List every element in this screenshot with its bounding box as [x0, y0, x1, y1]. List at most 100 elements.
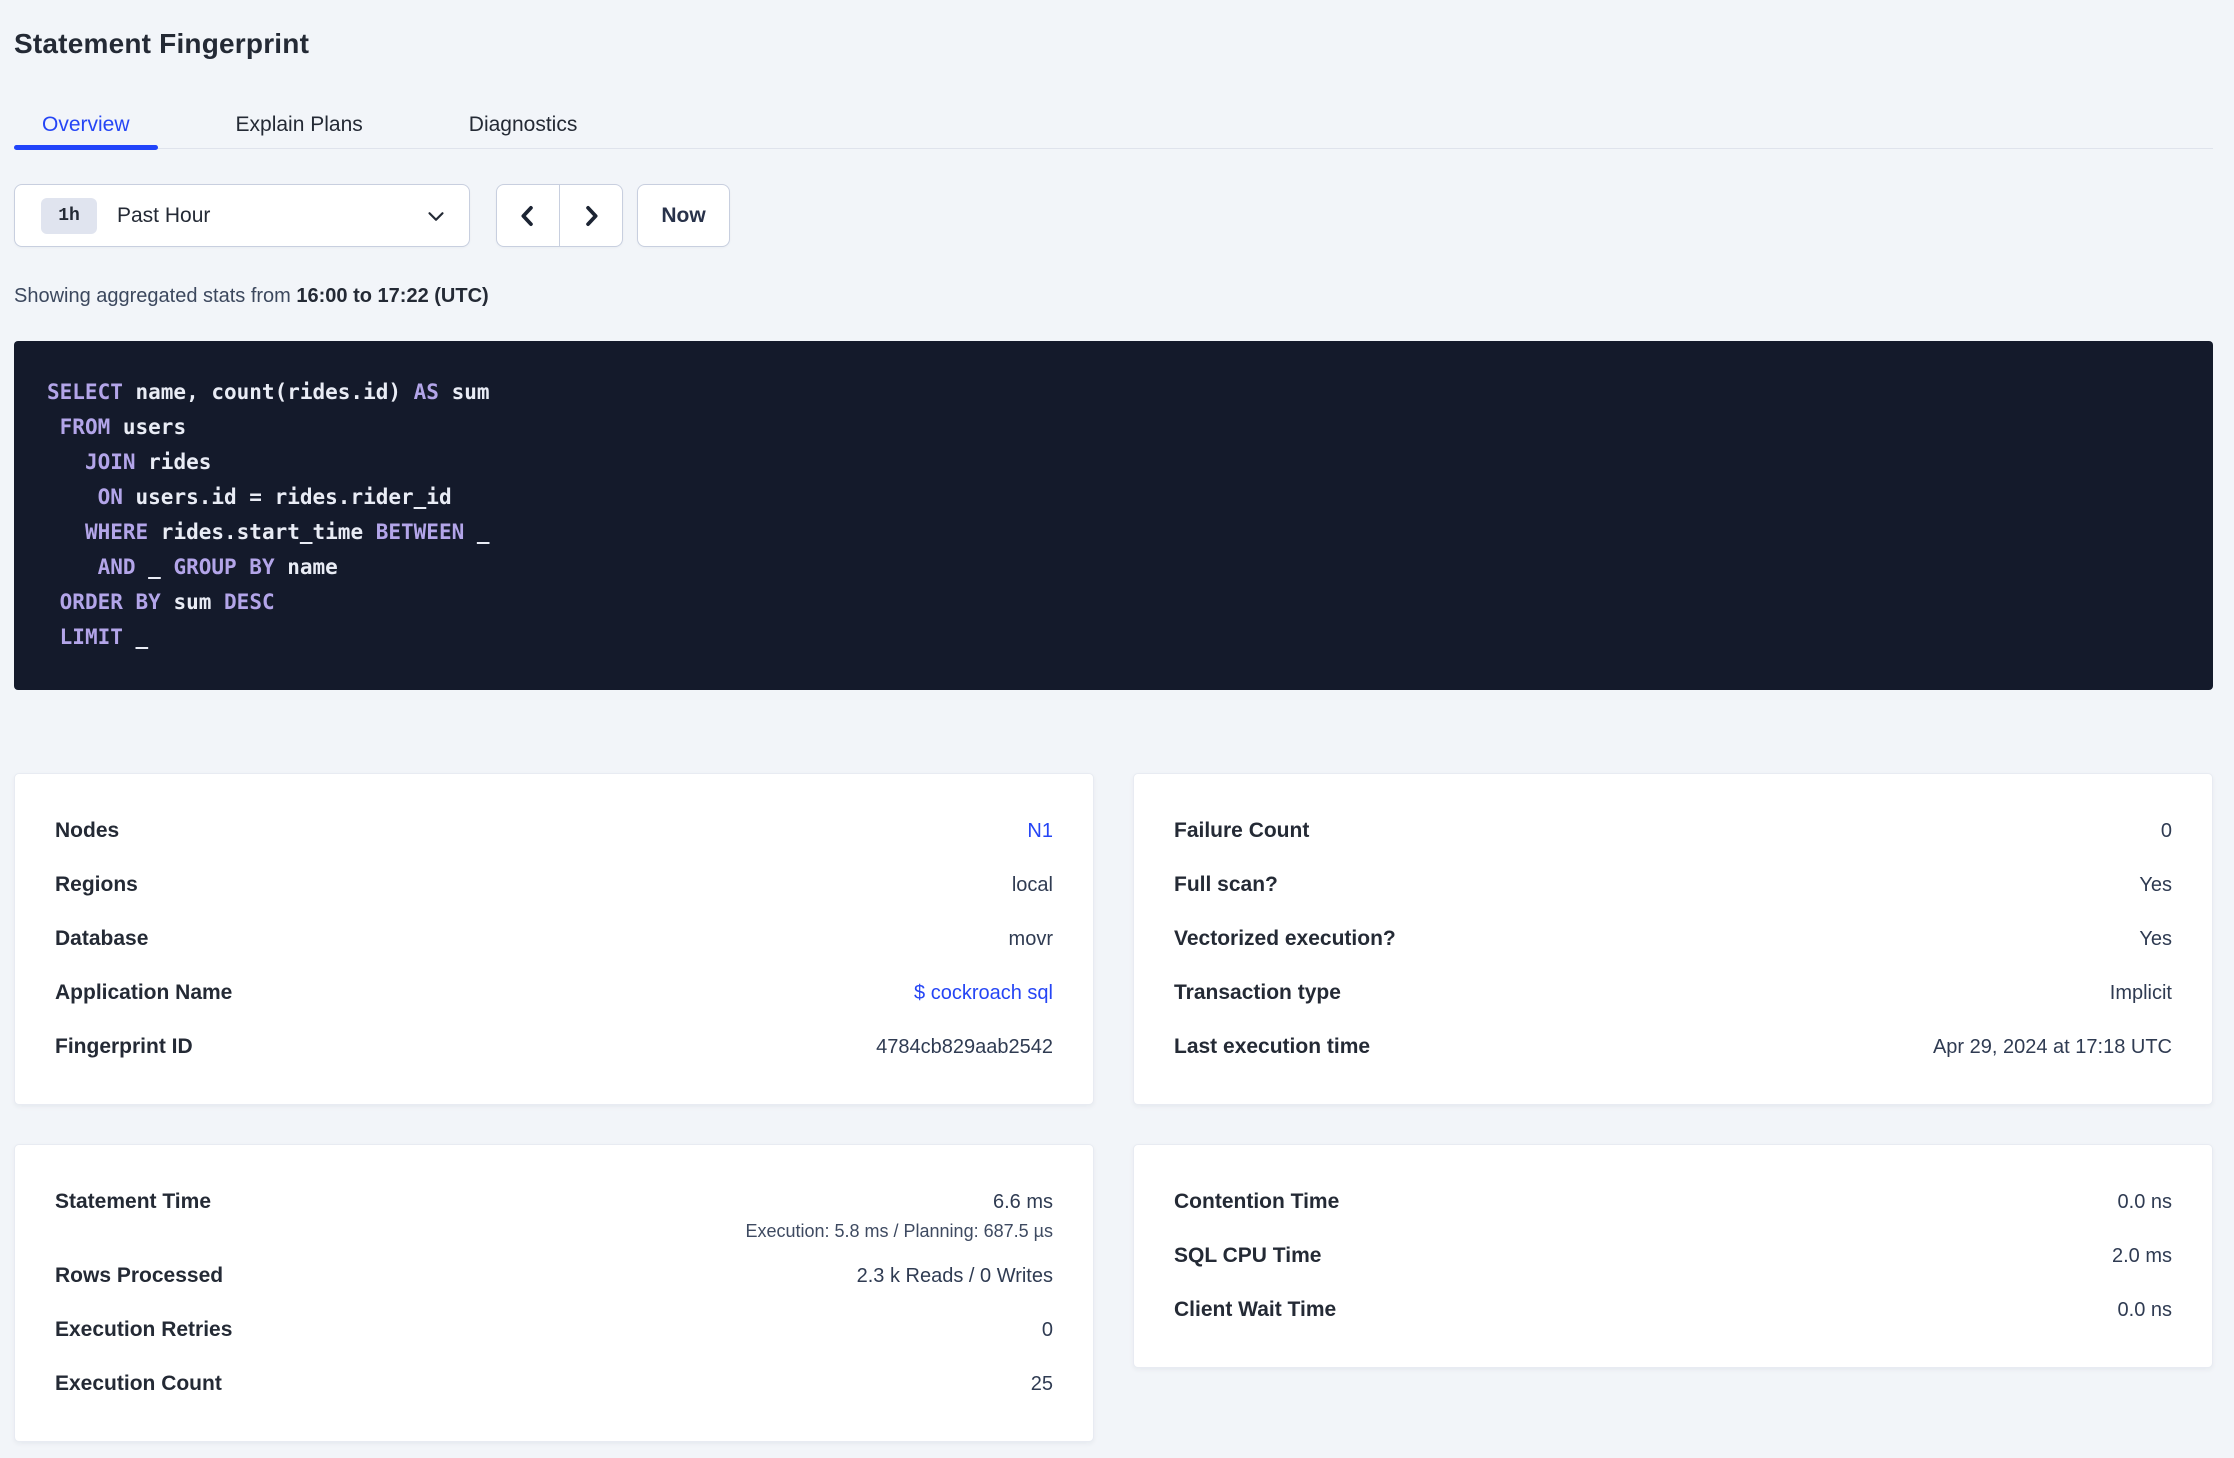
- stat-label: Failure Count: [1174, 819, 1310, 842]
- sql-text: rides.start_time: [148, 520, 376, 544]
- stat-row: Last execution time Apr 29, 2024 at 17:18…: [1174, 1020, 2172, 1074]
- stat-label: Application Name: [55, 981, 233, 1004]
- stat-value: 0.0 ns: [2117, 1298, 2172, 1321]
- sql-keyword: GROUP BY: [173, 555, 275, 579]
- sql-line: WHERE rides.start_time BETWEEN _: [47, 515, 2180, 550]
- stat-row: Full scan? Yes: [1174, 858, 2172, 912]
- sql-keyword: SELECT: [47, 380, 123, 404]
- stat-row: Execution Retries 0: [55, 1303, 1053, 1357]
- chevron-right-icon: [577, 202, 605, 230]
- prev-interval-button[interactable]: [497, 185, 560, 246]
- sql-text: sum: [160, 590, 225, 614]
- stat-row: Rows Processed 2.3 k Reads / 0 Writes: [55, 1249, 1053, 1303]
- stat-value: Apr 29, 2024 at 17:18 UTC: [1932, 1035, 2172, 1058]
- stat-value: 0: [2160, 819, 2172, 842]
- sql-text: rides: [135, 450, 212, 474]
- sql-keyword: LIMIT: [59, 625, 123, 649]
- stat-row: Nodes N1: [55, 804, 1053, 858]
- sql-text: _: [464, 520, 490, 544]
- stat-label: Rows Processed: [55, 1264, 224, 1287]
- sql-text: _: [122, 625, 149, 649]
- stat-label: Nodes: [55, 819, 120, 842]
- stats-caption-range: 16:00 to 17:22 (UTC): [296, 285, 489, 307]
- execution-attributes-card: Failure Count 0 Full scan? Yes Vectorized ex…: [1133, 773, 2213, 1105]
- sql-line: JOIN rides: [47, 445, 2180, 480]
- stat-label: Client Wait Time: [1174, 1298, 1337, 1321]
- stat-value: 2.0 ms: [2111, 1244, 2172, 1267]
- stat-row: Contention Time 0.0 ns: [1174, 1175, 2172, 1229]
- stat-value: 0: [1041, 1318, 1053, 1341]
- interval-pager: [496, 184, 623, 247]
- stat-label: Transaction type: [1174, 981, 1341, 1004]
- stat-row: Database movr: [55, 912, 1053, 966]
- stat-value: 4784cb829aab2542: [876, 1035, 1053, 1058]
- sql-keyword: ON: [97, 485, 123, 509]
- time-interval-picker[interactable]: 1h Past Hour: [14, 184, 470, 247]
- sql-keyword: AND: [97, 555, 136, 579]
- chevron-down-icon: [423, 203, 449, 229]
- stat-value-link[interactable]: N1: [1027, 820, 1053, 843]
- stat-subvalue: Execution: 5.8 ms / Planning: 687.5 µs: [745, 1221, 1053, 1241]
- sql-keyword: FROM: [59, 415, 111, 439]
- stat-row: Client Wait Time 0.0 ns: [1174, 1283, 2172, 1337]
- stat-value: Yes: [2139, 927, 2172, 950]
- tab-explain-plans[interactable]: Explain Plans: [208, 102, 391, 148]
- sql-text: users: [110, 415, 187, 439]
- tab-overview[interactable]: Overview: [14, 102, 158, 150]
- stat-label: Vectorized execution?: [1174, 927, 1396, 950]
- sql-text: sum: [438, 380, 490, 404]
- sql-line: SELECT name, count(rides.id) AS sum: [47, 375, 2180, 410]
- stat-label: Fingerprint ID: [55, 1035, 193, 1058]
- wait-times-card: Contention Time 0.0 ns SQL CPU Time 2.0 ms C…: [1133, 1144, 2213, 1368]
- stat-label: Database: [55, 927, 149, 950]
- statement-fingerprint-page: Statement Fingerprint Overview Explain Pl…: [0, 0, 2234, 1442]
- stat-value: 25: [1030, 1372, 1053, 1395]
- stat-value-link[interactable]: $ cockroach sql: [914, 982, 1053, 1005]
- interval-label: Past Hour: [117, 203, 211, 227]
- stat-value: Yes: [2139, 873, 2172, 896]
- chevron-left-icon: [514, 202, 542, 230]
- now-button[interactable]: Now: [637, 184, 730, 247]
- stat-row: Regions local: [55, 858, 1053, 912]
- stat-label: Statement Time: [55, 1190, 211, 1213]
- sql-keyword: BETWEEN: [375, 520, 465, 544]
- stat-value: local: [1011, 873, 1053, 896]
- sql-text: users.id = rides.rider_id: [122, 485, 452, 509]
- stat-value: 0.0 ns: [2117, 1190, 2172, 1213]
- stat-value: 6.6 ms: [992, 1190, 1053, 1213]
- stat-label: SQL CPU Time: [1174, 1244, 1322, 1267]
- stat-row: Transaction type Implicit: [1174, 966, 2172, 1020]
- stats-grid: Nodes N1 Regions local Database movr Applicati…: [14, 773, 2213, 1442]
- sql-keyword: WHERE: [84, 520, 149, 544]
- next-interval-button[interactable]: [560, 185, 622, 246]
- tab-diagnostics[interactable]: Diagnostics: [441, 102, 606, 148]
- statement-details-card: Nodes N1 Regions local Database movr Applicati…: [14, 773, 1094, 1105]
- stat-value: movr: [1008, 927, 1053, 950]
- time-controls: 1h Past Hour Now: [14, 184, 2213, 247]
- interval-badge: 1h: [41, 197, 97, 234]
- stat-label: Regions: [55, 873, 138, 896]
- sql-text: name: [274, 555, 338, 579]
- stat-row: SQL CPU Time 2.0 ms: [1174, 1229, 2172, 1283]
- sql-keyword: AS: [413, 380, 439, 404]
- stat-row: Vectorized execution? Yes: [1174, 912, 2172, 966]
- sql-line: LIMIT _: [47, 620, 2180, 655]
- stat-label: Full scan?: [1174, 873, 1278, 896]
- stat-value: Implicit: [2109, 981, 2172, 1004]
- stat-row: Execution Count 25: [55, 1357, 1053, 1411]
- sql-text: _: [135, 555, 174, 579]
- stat-label: Contention Time: [1174, 1190, 1340, 1213]
- sql-keyword: ORDER BY: [59, 590, 161, 614]
- stat-label: Execution Retries: [55, 1318, 233, 1341]
- sql-text: name, count(rides.id): [122, 380, 414, 404]
- stat-row: Failure Count 0: [1174, 804, 2172, 858]
- stat-label: Last execution time: [1174, 1035, 1371, 1058]
- statement-times-card: Statement Time 6.6 ms Execution: 5.8 ms / …: [14, 1144, 1094, 1442]
- sql-line: ON users.id = rides.rider_id: [47, 480, 2180, 515]
- page-title: Statement Fingerprint: [14, 28, 310, 59]
